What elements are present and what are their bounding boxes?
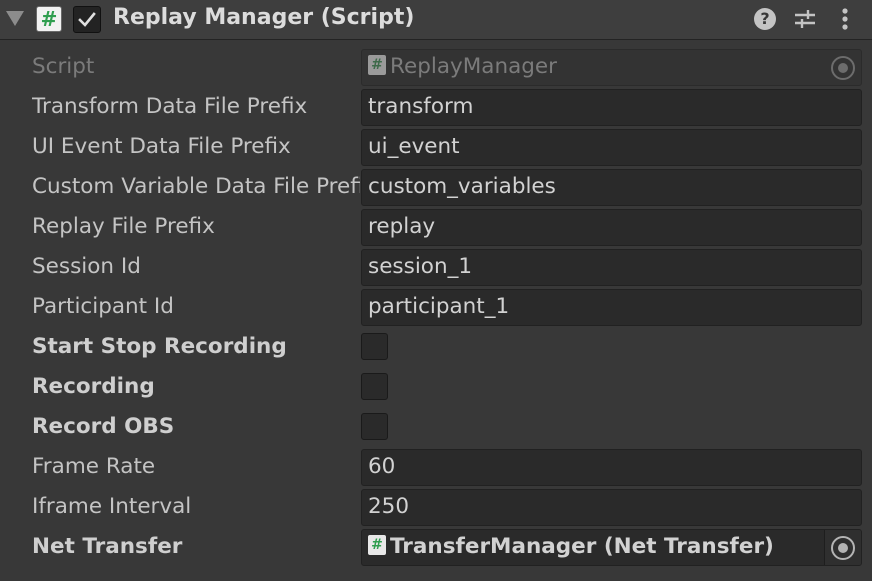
component-enable-checkbox[interactable] — [73, 6, 101, 33]
object-picker-icon — [831, 56, 855, 80]
object-picker-icon — [831, 536, 855, 560]
more-options-icon[interactable] — [833, 7, 857, 31]
script-label: Script — [32, 54, 95, 79]
custom-variable-prefix-label: Custom Variable Data File Prefix — [32, 174, 360, 199]
help-icon[interactable]: ? — [754, 8, 776, 30]
row-net-transfer: Net Transfer # TransferManager (Net Trans… — [0, 527, 872, 567]
script-icon: # — [36, 6, 62, 32]
net-transfer-value: TransferManager (Net Transfer) — [390, 534, 774, 559]
checkmark-icon — [78, 12, 96, 27]
start-stop-recording-label: Start Stop Recording — [32, 334, 287, 359]
row-transform-prefix: Transform Data File Prefix transform — [0, 87, 872, 127]
row-session-id: Session Id session_1 — [0, 247, 872, 287]
record-obs-checkbox[interactable] — [361, 413, 388, 440]
custom-variable-prefix-input[interactable]: custom_variables — [361, 169, 862, 206]
record-obs-label: Record OBS — [32, 414, 175, 439]
script-file-icon: # — [368, 55, 386, 75]
row-record-obs: Record OBS — [0, 407, 872, 447]
session-id-input[interactable]: session_1 — [361, 249, 862, 286]
frame-rate-input[interactable]: 60 — [361, 449, 862, 486]
participant-id-input[interactable]: participant_1 — [361, 289, 862, 326]
row-script: Script # ReplayManager — [0, 47, 872, 87]
ui-event-prefix-label: UI Event Data File Prefix — [32, 134, 291, 159]
session-id-label: Session Id — [32, 254, 141, 279]
recording-label: Recording — [32, 374, 155, 399]
presets-sliders-icon[interactable] — [793, 7, 817, 31]
net-transfer-label: Net Transfer — [32, 534, 183, 559]
row-recording: Recording — [0, 367, 872, 407]
frame-rate-label[interactable]: Frame Rate — [32, 453, 360, 481]
iframe-interval-label[interactable]: Iframe Interval — [32, 493, 360, 521]
participant-id-label: Participant Id — [32, 294, 174, 319]
object-picker-button[interactable] — [824, 530, 861, 565]
script-value: ReplayManager — [390, 54, 557, 79]
net-transfer-object-field[interactable]: # TransferManager (Net Transfer) — [361, 529, 862, 566]
row-iframe-interval: Iframe Interval 250 — [0, 487, 872, 527]
row-custom-variable-prefix: Custom Variable Data File Prefix custom_… — [0, 167, 872, 207]
script-object-field: # ReplayManager — [361, 49, 862, 86]
component-header: # Replay Manager (Script) ? — [0, 0, 872, 40]
row-replay-prefix: Replay File Prefix replay — [0, 207, 872, 247]
recording-checkbox[interactable] — [361, 373, 388, 400]
row-participant-id: Participant Id participant_1 — [0, 287, 872, 327]
ui-event-prefix-input[interactable]: ui_event — [361, 129, 862, 166]
row-ui-event-prefix: UI Event Data File Prefix ui_event — [0, 127, 872, 167]
script-component-icon: # — [368, 535, 386, 555]
component-title: Replay Manager (Script) — [113, 5, 415, 30]
row-start-stop-recording: Start Stop Recording — [0, 327, 872, 367]
row-frame-rate: Frame Rate 60 — [0, 447, 872, 487]
transform-prefix-label: Transform Data File Prefix — [32, 94, 308, 119]
iframe-interval-input[interactable]: 250 — [361, 489, 862, 526]
foldout-arrow-icon[interactable] — [6, 11, 24, 26]
transform-prefix-input[interactable]: transform — [361, 89, 862, 126]
replay-prefix-label: Replay File Prefix — [32, 214, 215, 239]
replay-prefix-input[interactable]: replay — [361, 209, 862, 246]
start-stop-recording-checkbox[interactable] — [361, 333, 388, 360]
